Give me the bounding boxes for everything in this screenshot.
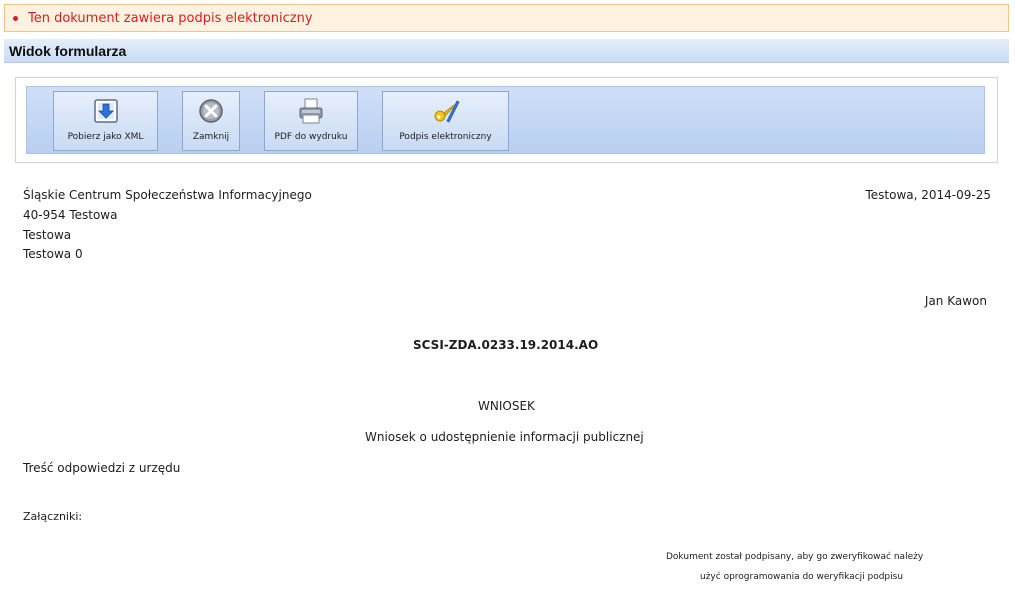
toolbar-frame: Pobierz jako XML Zamknij PDF do wydruku (15, 77, 998, 163)
key-pen-icon (434, 100, 460, 123)
pdf-print-button[interactable]: PDF do wydruku (264, 91, 358, 151)
alert-text: Ten dokument zawiera podpis elektroniczn… (28, 10, 313, 26)
signature-note-line1: Dokument został podpisany, aby go zweryf… (666, 552, 924, 562)
e-signature-button[interactable]: Podpis elektroniczny (382, 91, 509, 151)
panel-title: Widok formularza (4, 39, 1009, 63)
close-label: Zamknij (192, 132, 230, 142)
place-date: Testowa, 2014-09-25 (865, 188, 991, 202)
printer-icon (299, 98, 323, 124)
case-number: SCSI-ZDA.0233.19.2014.AO (413, 338, 599, 352)
close-icon (199, 99, 223, 123)
panel-title-text: Widok formularza (9, 42, 127, 59)
document-subtitle: Wniosek o udostępnienie informacji publi… (365, 430, 644, 444)
download-xml-label: Pobierz jako XML (67, 132, 144, 142)
pdf-print-label: PDF do wydruku (274, 132, 348, 142)
recipient-name: Jan Kawon (924, 294, 987, 308)
document-type: WNIOSEK (478, 399, 535, 413)
signature-alert: Ten dokument zawiera podpis elektroniczn… (4, 4, 1009, 32)
sender-name: Śląskie Centrum Społeczeństwa Informacyj… (23, 188, 312, 202)
download-icon (93, 99, 118, 123)
sender-street: Testowa 0 (23, 247, 83, 261)
attachments-label: Załączniki: (23, 510, 83, 523)
document-body: Treść odpowiedzi z urzędu (23, 461, 181, 475)
sender-city: Testowa (23, 228, 72, 242)
bullet-icon (13, 15, 18, 21)
sender-postal: 40-954 Testowa (23, 208, 118, 222)
signature-note-line2: użyć oprogramowania do weryfikacji podpi… (700, 572, 904, 582)
toolbar: Pobierz jako XML Zamknij PDF do wydruku (26, 86, 985, 154)
close-button[interactable]: Zamknij (182, 91, 240, 151)
e-signature-label: Podpis elektroniczny (399, 132, 492, 142)
download-xml-button[interactable]: Pobierz jako XML (53, 91, 158, 151)
